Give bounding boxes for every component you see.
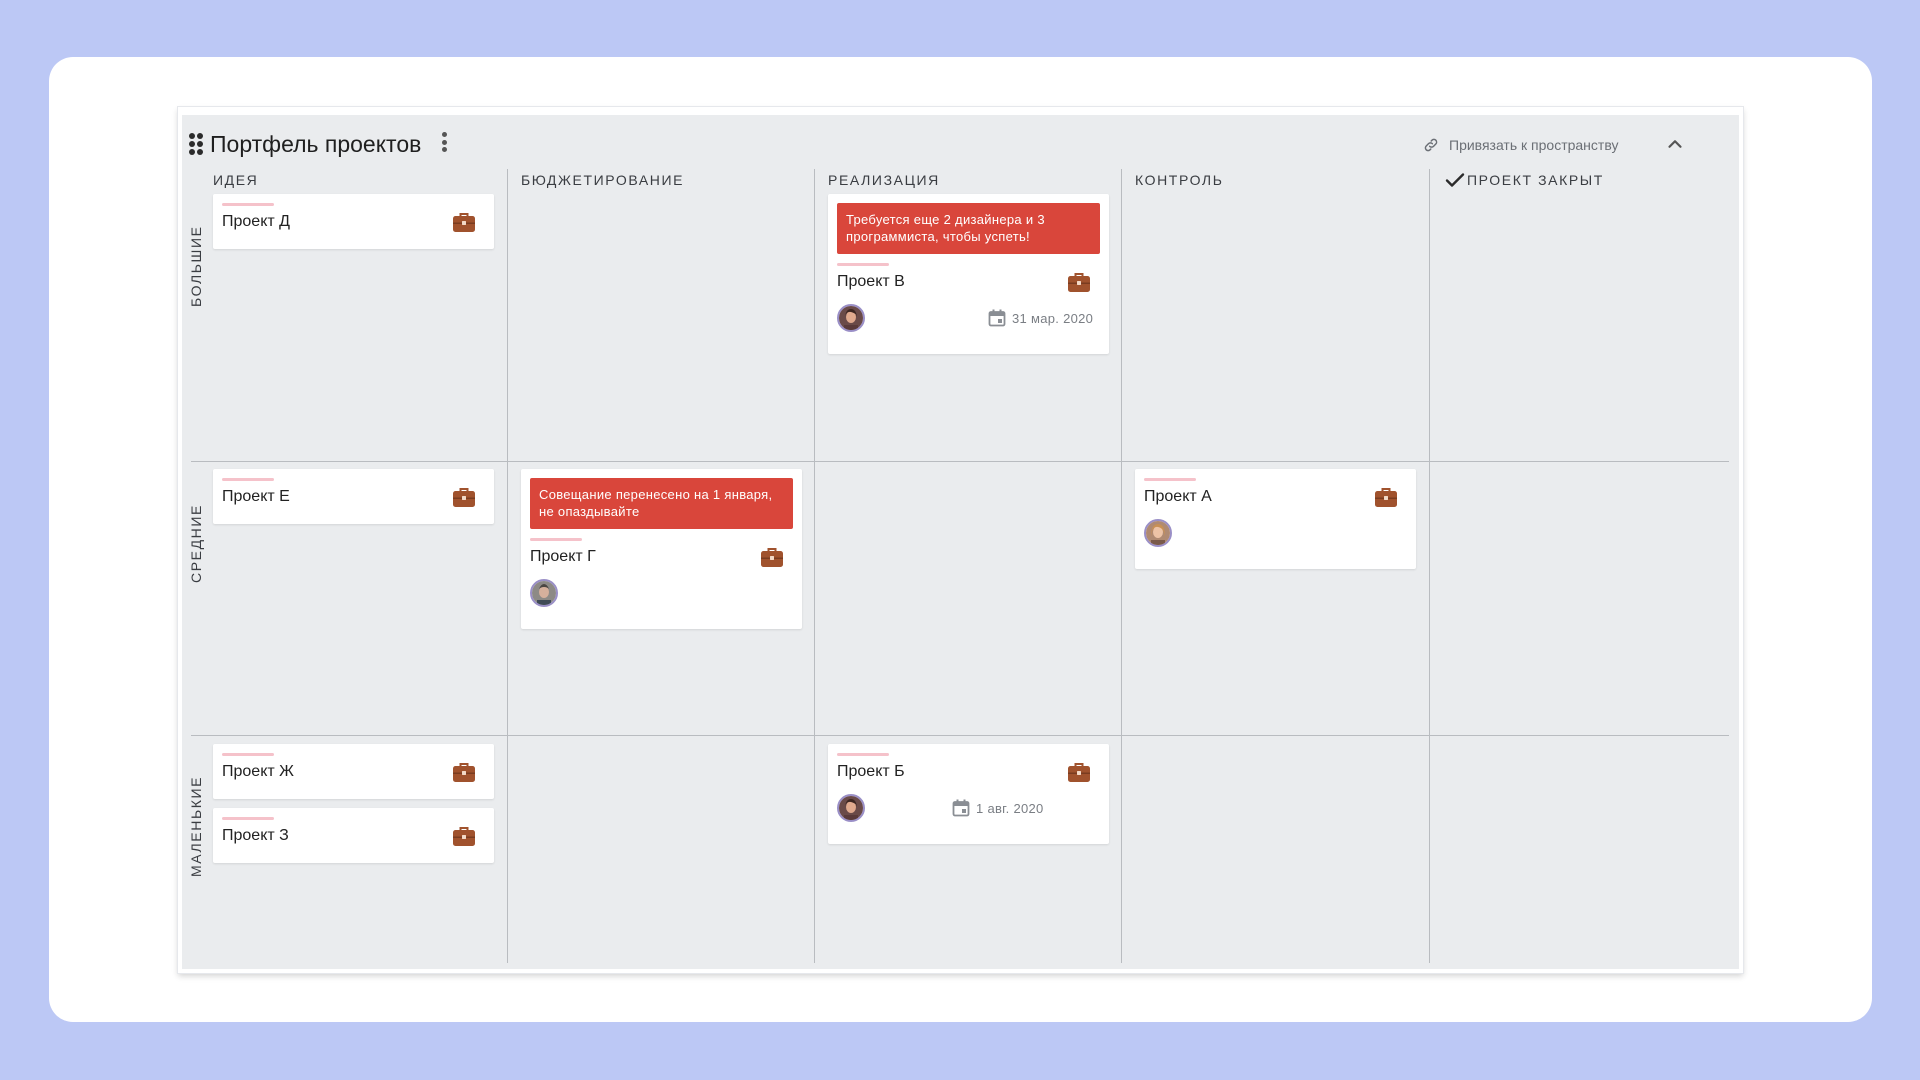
avatar [837,794,865,822]
column-divider [1121,169,1122,963]
avatar [837,304,865,332]
briefcase-icon [1068,273,1090,292]
priority-bar [222,817,274,820]
card-alert: Требуется еще 2 дизайнера и 3 программис… [837,203,1100,254]
briefcase-icon [453,827,475,846]
board-title: Портфель проектов [210,131,422,157]
card-title: Проект Г [530,548,596,565]
priority-bar [837,263,889,266]
more-options-icon[interactable] [440,129,448,155]
project-card-zh[interactable]: Проект Ж [213,744,494,799]
card-title: Проект Ж [222,763,294,780]
project-card-z[interactable]: Проект З [213,808,494,863]
row-label-medium: СРЕДНИЕ [188,504,204,583]
priority-bar [222,203,274,206]
column-header-control: КОНТРОЛЬ [1135,172,1224,188]
due-date-text: 1 авг. 2020 [976,800,1044,816]
project-card-v[interactable]: Требуется еще 2 дизайнера и 3 программис… [828,194,1109,354]
due-date-text: 31 мар. 2020 [1012,310,1094,326]
row-divider [191,461,1729,462]
briefcase-icon [761,548,783,567]
row-label-large: БОЛЬШИЕ [188,225,204,307]
project-card-g[interactable]: Совещание перенесено на 1 января, не опа… [521,469,802,629]
project-card-d[interactable]: Проект Д [213,194,494,249]
row-label-small: МАЛЕНЬКИЕ [188,775,204,877]
check-icon [1445,173,1465,187]
chevron-up-icon[interactable] [1664,133,1686,155]
card-title: Проект Б [837,763,905,780]
avatar [1144,519,1172,547]
board-surface: Портфель проектов Привязать к пространст… [182,115,1739,969]
card-title: Проект В [837,273,905,290]
calendar-icon [988,309,1006,327]
card-title: Проект З [222,827,289,844]
briefcase-icon [453,488,475,507]
project-card-a[interactable]: Проект А [1135,469,1416,569]
column-divider [507,169,508,963]
project-card-e[interactable]: Проект Е [213,469,494,524]
priority-bar [530,538,582,541]
due-date: 1 авг. 2020 [952,799,1044,817]
portfolio-board: Портфель проектов Привязать к пространст… [178,107,1743,973]
link-to-space-label: Привязать к пространству [1449,137,1619,153]
card-title: Проект А [1144,488,1212,505]
column-header-implementation: РЕАЛИЗАЦИЯ [828,172,940,188]
priority-bar [1144,478,1196,481]
briefcase-icon [1068,763,1090,782]
column-header-budgeting: БЮДЖЕТИРОВАНИЕ [521,172,685,188]
link-icon [1424,138,1438,152]
priority-bar [222,753,274,756]
briefcase-icon [1375,488,1397,507]
column-header-closed: ПРОЕКТ ЗАКРЫТ [1445,172,1604,188]
calendar-icon [952,799,970,817]
column-header-idea: ИДЕЯ [213,172,259,188]
card-alert: Совещание перенесено на 1 января, не опа… [530,478,793,529]
avatar [530,579,558,607]
card-title: Проект Е [222,488,290,505]
priority-bar [837,753,889,756]
board-header: Портфель проектов Привязать к пространст… [182,115,1739,163]
briefcase-icon [453,763,475,782]
briefcase-icon [453,213,475,232]
column-divider [1429,169,1430,963]
drag-handle-icon[interactable] [189,133,203,155]
project-card-b[interactable]: Проект Б 1 авг. 2020 [828,744,1109,844]
row-divider [191,735,1729,736]
column-divider [814,169,815,963]
link-to-space-button[interactable]: Привязать к пространству [1423,135,1618,155]
card-title: Проект Д [222,213,290,230]
priority-bar [222,478,274,481]
due-date: 31 мар. 2020 [988,309,1093,327]
